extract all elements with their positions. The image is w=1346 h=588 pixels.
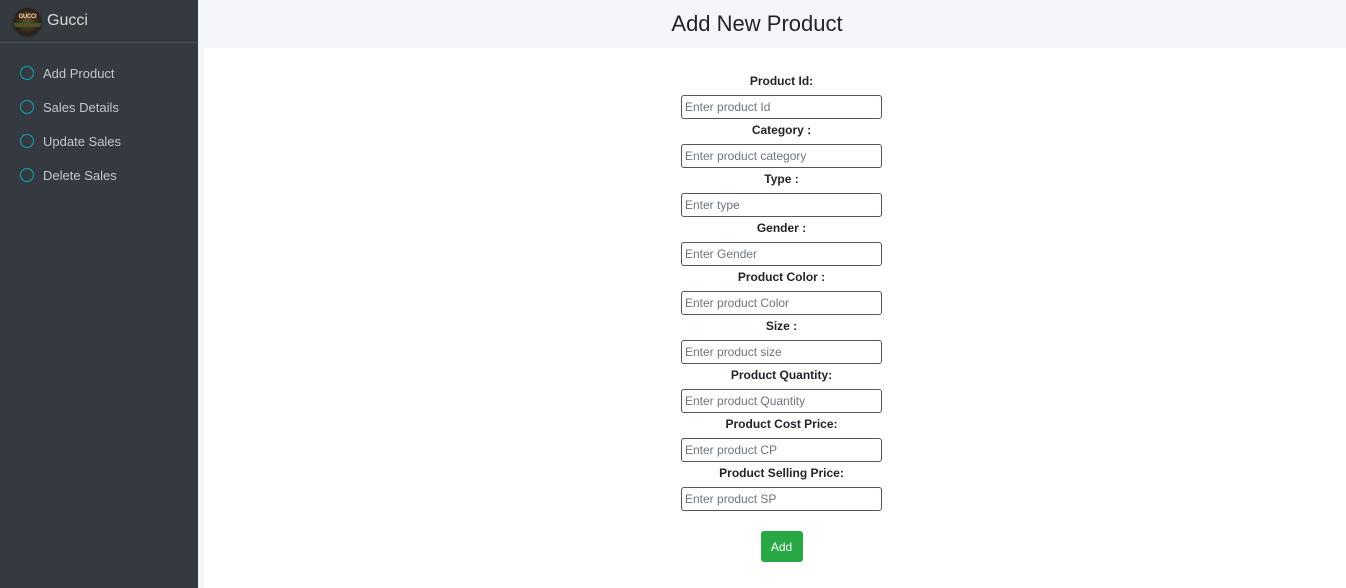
product-cost-price-input[interactable] xyxy=(681,438,882,462)
category-input[interactable] xyxy=(681,144,882,168)
type-label: Type : xyxy=(764,172,799,186)
size-input[interactable] xyxy=(681,340,882,364)
product-cost-price-label: Product Cost Price: xyxy=(725,417,838,431)
size-label: Size : xyxy=(765,319,798,333)
field-product-quantity: Product Quantity: xyxy=(681,366,882,415)
brand-logo: GUCCI xyxy=(14,7,41,35)
product-id-label: Product Id: xyxy=(749,74,814,88)
gender-input[interactable] xyxy=(681,242,882,266)
field-product-selling-price: Product Selling Price: xyxy=(681,464,882,513)
field-type: Type : xyxy=(681,170,882,219)
product-color-label: Product Color : xyxy=(737,270,826,284)
type-input[interactable] xyxy=(681,193,882,217)
brand-logo-text: GUCCI xyxy=(18,14,37,20)
main-content: Add New Product Product Id: Category : T… xyxy=(198,0,1346,588)
field-category: Category : xyxy=(681,121,882,170)
gender-label: Gender : xyxy=(756,221,807,235)
category-label: Category : xyxy=(751,123,812,137)
sidebar-item-label: Sales Details xyxy=(43,99,119,115)
field-size: Size : xyxy=(681,317,882,366)
brand-name: Gucci xyxy=(47,12,88,29)
sidebar-nav: Add Product Sales Details Update Sales D… xyxy=(0,43,198,192)
sidebar-item-label: Add Product xyxy=(43,65,115,81)
field-product-color: Product Color : xyxy=(681,268,882,317)
submit-row: Add xyxy=(681,531,882,562)
brand-logo-stripe xyxy=(14,22,41,27)
page-title: Add New Product xyxy=(671,10,843,36)
brand-link[interactable]: GUCCI Gucci xyxy=(0,0,198,43)
product-color-input[interactable] xyxy=(681,291,882,315)
add-button[interactable]: Add xyxy=(760,531,803,562)
product-selling-price-label: Product Selling Price: xyxy=(719,466,844,480)
sidebar-item-delete-sales[interactable]: Delete Sales xyxy=(0,158,198,192)
sidebar-item-label: Update Sales xyxy=(43,133,122,149)
add-product-form: Product Id: Category : Type : Gender : P… xyxy=(681,72,882,562)
form-card: Product Id: Category : Type : Gender : P… xyxy=(204,48,1346,588)
circle-icon xyxy=(20,168,34,182)
sidebar-item-label: Delete Sales xyxy=(43,167,117,183)
sidebar-item-add-product[interactable]: Add Product xyxy=(0,56,198,90)
sidebar: GUCCI Gucci Add Product Sales Details Up… xyxy=(0,0,198,588)
field-product-id: Product Id: xyxy=(681,72,882,121)
product-id-input[interactable] xyxy=(681,95,882,119)
product-selling-price-input[interactable] xyxy=(681,487,882,511)
sidebar-item-sales-details[interactable]: Sales Details xyxy=(0,90,198,124)
field-gender: Gender : xyxy=(681,219,882,268)
page-header: Add New Product xyxy=(198,0,1346,47)
circle-icon xyxy=(20,100,34,114)
sidebar-item-update-sales[interactable]: Update Sales xyxy=(0,124,198,158)
product-quantity-label: Product Quantity: xyxy=(730,368,833,382)
product-quantity-input[interactable] xyxy=(681,389,882,413)
field-product-cost-price: Product Cost Price: xyxy=(681,415,882,464)
circle-icon xyxy=(20,66,34,80)
circle-icon xyxy=(20,134,34,148)
